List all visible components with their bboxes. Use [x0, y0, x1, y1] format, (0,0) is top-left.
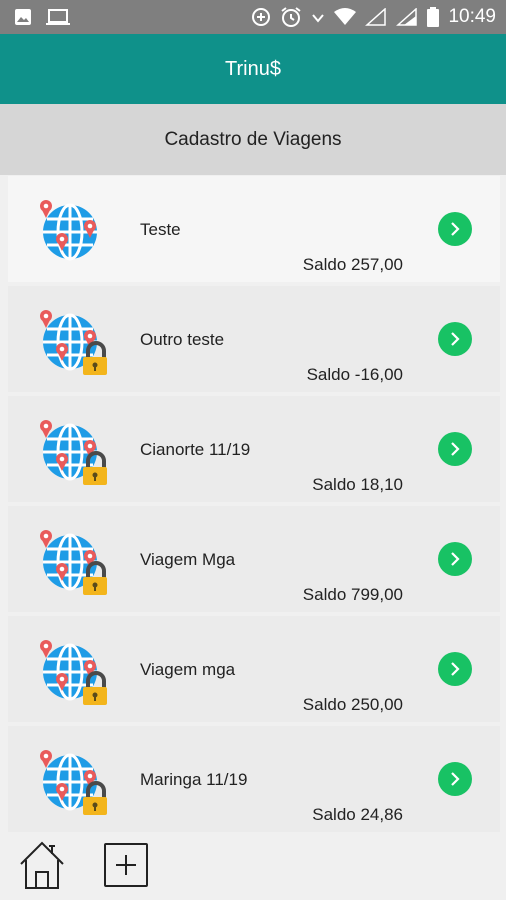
app-bar: Trinu$	[0, 34, 506, 104]
trip-card[interactable]: Cianorte 11/19 Saldo 18,10	[8, 396, 500, 502]
bottom-nav	[0, 832, 506, 900]
wifi-icon	[334, 8, 357, 25]
globe-pin-lock-icon	[34, 304, 114, 384]
status-time: 10:49	[448, 6, 496, 27]
open-trip-button[interactable]	[438, 212, 472, 246]
globe-pin-lock-icon	[34, 744, 114, 824]
chevron-right-icon	[451, 772, 460, 786]
trip-name: Outro teste	[140, 330, 225, 349]
trip-saldo: Saldo 24,86	[312, 805, 403, 824]
chevron-right-icon	[451, 442, 460, 456]
signal-icon	[365, 8, 387, 26]
image-icon	[15, 9, 31, 25]
chevron-right-icon	[451, 662, 460, 676]
globe-pin-lock-icon	[34, 634, 114, 714]
home-button[interactable]	[18, 840, 66, 890]
trip-saldo: Saldo 799,00	[302, 585, 403, 604]
chevron-right-icon	[451, 552, 460, 566]
app-title: Trinu$	[225, 57, 281, 80]
vibrate-icon	[312, 14, 325, 23]
laptop-icon	[46, 9, 70, 25]
add-trip-button[interactable]	[104, 843, 148, 887]
trip-card[interactable]: Viagem Mga Saldo 799,00	[8, 506, 500, 612]
trip-card[interactable]: Outro teste Saldo -16,00	[8, 286, 500, 392]
trip-card[interactable]: Teste Saldo 257,00	[8, 176, 500, 282]
open-trip-button[interactable]	[438, 322, 472, 356]
data-saver-icon	[252, 8, 271, 26]
trip-list: Teste Saldo 257,00 Outro teste Saldo -16…	[8, 176, 500, 836]
trip-name: Cianorte 11/19	[140, 440, 251, 459]
page-title: Cadastro de Viagens	[164, 128, 342, 150]
open-trip-button[interactable]	[438, 762, 472, 796]
open-trip-button[interactable]	[438, 652, 472, 686]
alarm-icon	[281, 7, 302, 27]
trip-name: Maringa 11/19	[140, 770, 248, 789]
page-header: Cadastro de Viagens	[0, 104, 506, 175]
chevron-right-icon	[451, 332, 460, 346]
chevron-right-icon	[451, 222, 460, 236]
signal-icon	[396, 8, 418, 26]
trip-name: Viagem mga	[140, 660, 236, 679]
trip-saldo: Saldo 257,00	[302, 255, 403, 274]
trip-name: Viagem Mga	[140, 550, 236, 569]
open-trip-button[interactable]	[438, 432, 472, 466]
trip-saldo: Saldo 250,00	[302, 695, 403, 714]
plus-icon	[116, 855, 136, 875]
trip-card[interactable]: Viagem mga Saldo 250,00	[8, 616, 500, 722]
globe-pin-lock-icon	[34, 414, 114, 494]
battery-icon	[427, 7, 440, 27]
status-bar: 10:49	[0, 0, 506, 34]
trip-saldo: Saldo -16,00	[306, 365, 403, 384]
trip-card[interactable]: Maringa 11/19 Saldo 24,86	[8, 726, 500, 832]
trip-name: Teste	[140, 220, 181, 239]
trip-saldo: Saldo 18,10	[312, 475, 403, 494]
home-icon	[20, 841, 64, 889]
open-trip-button[interactable]	[438, 542, 472, 576]
globe-pin-lock-icon	[34, 524, 114, 604]
globe-pin-icon	[34, 194, 114, 274]
